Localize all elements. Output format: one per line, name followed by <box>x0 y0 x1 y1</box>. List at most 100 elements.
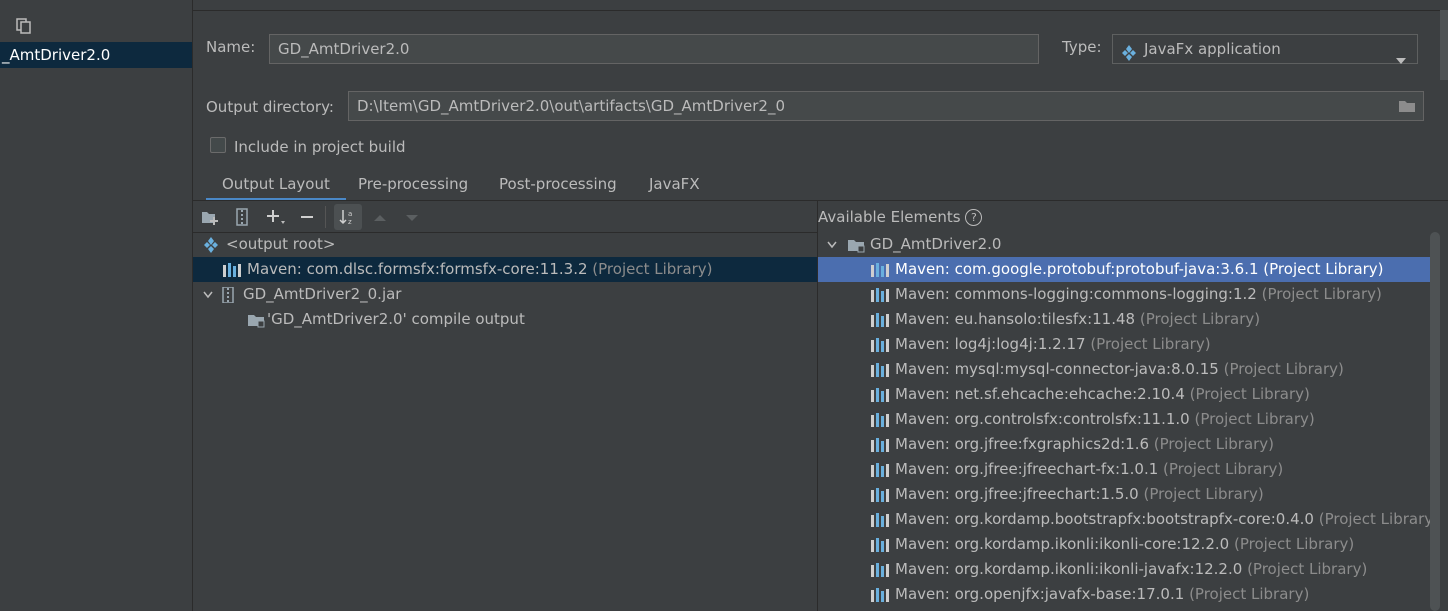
library-icon <box>871 512 889 527</box>
tree-item-label: GD_AmtDriver2_0.jar <box>243 285 402 303</box>
tab-output-layout[interactable]: Output Layout <box>206 172 346 201</box>
form-scrollbar[interactable] <box>1440 10 1448 80</box>
library-icon <box>871 462 889 477</box>
available-list-item[interactable]: Maven: org.jfree:fxgraphics2d:1.6 (Proje… <box>818 432 1440 457</box>
available-item-suffix: (Project Library) <box>1189 585 1310 603</box>
output-dir-input[interactable]: D:\Item\GD_AmtDriver2.0\out\artifacts\GD… <box>348 91 1424 121</box>
available-item-label: Maven: org.openjfx:javafx-base:17.0.1 <box>895 585 1185 603</box>
copy-icon[interactable] <box>16 18 32 34</box>
tree-item-formsfx[interactable]: Maven: com.dlsc.formsfx:formsfx-core:11.… <box>193 257 817 282</box>
tree-item-jar[interactable]: GD_AmtDriver2_0.jar <box>193 282 817 307</box>
include-in-build-checkbox[interactable] <box>210 137 226 153</box>
svg-text:z: z <box>348 218 352 226</box>
library-icon <box>871 262 889 277</box>
available-list-item[interactable]: Maven: org.jfree:jfreechart:1.5.0 (Proje… <box>818 482 1440 507</box>
library-icon <box>871 387 889 402</box>
available-item-suffix: (Project Library) <box>1318 510 1439 528</box>
chevron-down-icon <box>203 291 213 298</box>
tab-pre-processing[interactable]: Pre-processing <box>358 172 468 196</box>
available-list-item[interactable]: Maven: org.kordamp.bootstrapfx:bootstrap… <box>818 507 1440 532</box>
library-icon <box>871 312 889 327</box>
top-divider <box>192 0 1448 11</box>
available-item-label: Maven: org.kordamp.bootstrapfx:bootstrap… <box>895 510 1314 528</box>
help-icon[interactable]: ? <box>965 209 983 226</box>
available-item-label: Maven: eu.hansolo:tilesfx:11.48 <box>895 310 1136 328</box>
available-item-suffix: (Project Library) <box>1153 435 1275 453</box>
available-list-item[interactable]: Maven: log4j:log4j:1.2.17 (Project Libra… <box>818 332 1440 357</box>
tab-post-processing[interactable]: Post-processing <box>499 172 617 196</box>
available-list-item[interactable]: Maven: mysql:mysql-connector-java:8.0.15… <box>818 357 1440 382</box>
available-elements-title: Available Elements ? <box>818 208 983 226</box>
available-list-item[interactable]: Maven: eu.hansolo:tilesfx:11.48 (Project… <box>818 307 1440 332</box>
sidebar-item-artifact[interactable]: _AmtDriver2.0 <box>0 42 192 68</box>
available-title-text: Available Elements <box>818 208 961 226</box>
tree-item-label: Maven: com.dlsc.formsfx:formsfx-core:11.… <box>247 260 588 278</box>
library-icon <box>871 487 889 502</box>
available-item-suffix: (Project Library) <box>1194 410 1315 428</box>
available-list-item[interactable]: Maven: org.kordamp.ikonli:ikonli-core:12… <box>818 532 1440 557</box>
available-item-label: Maven: org.jfree:jfreechart:1.5.0 <box>895 485 1139 503</box>
svg-text:a: a <box>348 210 352 218</box>
output-dir-label: Output directory: <box>206 98 334 116</box>
name-label: Name: <box>206 38 256 56</box>
chevron-down-icon <box>1395 46 1407 74</box>
tree-module-node[interactable]: GD_AmtDriver2.0 <box>818 232 1430 257</box>
available-list-item[interactable]: Maven: org.controlsfx:controlsfx:11.1.0 … <box>818 407 1440 432</box>
available-item-suffix: (Project Library) <box>1143 485 1264 503</box>
remove-icon[interactable] <box>298 208 316 226</box>
available-item-label: Maven: mysql:mysql-connector-java:8.0.15 <box>895 360 1219 378</box>
available-list-item[interactable]: Maven: com.google.protobuf:protobuf-java… <box>818 257 1440 282</box>
library-icon <box>871 287 889 302</box>
include-in-build-label: Include in project build <box>234 138 406 156</box>
library-icon <box>871 437 889 452</box>
move-down-icon[interactable] <box>404 210 422 228</box>
tree-item-compile-output[interactable]: 'GD_AmtDriver2.0' compile output <box>193 307 817 332</box>
available-item-label: Maven: org.controlsfx:controlsfx:11.1.0 <box>895 410 1190 428</box>
available-list-item[interactable]: Maven: org.kordamp.ikonli:ikonli-javafx:… <box>818 557 1440 582</box>
javafx-icon <box>204 236 218 253</box>
sort-button[interactable]: az <box>334 204 362 230</box>
available-item-suffix: (Project Library) <box>1263 260 1384 278</box>
archive-icon[interactable] <box>233 208 251 226</box>
available-item-suffix: (Project Library) <box>1139 310 1261 328</box>
library-icon <box>871 562 889 577</box>
module-label: GD_AmtDriver2.0 <box>870 235 1002 253</box>
available-list-item[interactable]: Maven: org.openjfx:javafx-base:17.0.1 (P… <box>818 582 1440 607</box>
library-icon <box>871 412 889 427</box>
name-input[interactable]: GD_AmtDriver2.0 <box>269 34 1039 64</box>
available-list-item[interactable]: Maven: net.sf.ehcache:ehcache:2.10.4 (Pr… <box>818 382 1440 407</box>
toolbar-separator <box>325 206 326 228</box>
move-up-icon[interactable] <box>372 210 390 228</box>
available-item-label: Maven: org.kordamp.ikonli:ikonli-core:12… <box>895 535 1230 553</box>
chevron-down-icon <box>827 241 837 248</box>
available-item-suffix: (Project Library) <box>1247 560 1368 578</box>
tree-output-root[interactable]: <output root> <box>193 232 817 257</box>
tab-javafx[interactable]: JavaFX <box>649 172 700 196</box>
available-item-label: Maven: commons-logging:commons-logging:1… <box>895 285 1257 303</box>
available-item-suffix: (Project Library) <box>1261 285 1382 303</box>
folder-browse-icon[interactable] <box>1398 98 1416 114</box>
type-select-value: JavaFx application <box>1144 40 1281 58</box>
available-item-label: Maven: log4j:log4j:1.2.17 <box>895 335 1086 353</box>
available-list-item[interactable]: Maven: commons-logging:commons-logging:1… <box>818 282 1440 307</box>
available-item-label: Maven: net.sf.ehcache:ehcache:2.10.4 <box>895 385 1185 403</box>
vertical-scrollbar[interactable] <box>1430 232 1440 611</box>
module-folder-icon <box>248 314 265 327</box>
available-item-suffix: (Project Library) <box>1163 460 1284 478</box>
available-list-item[interactable]: Maven: org.jfree:jfreechart-fx:1.0.1 (Pr… <box>818 457 1440 482</box>
type-select[interactable]: JavaFx application <box>1112 34 1418 64</box>
library-icon <box>871 537 889 552</box>
available-item-suffix: (Project Library) <box>1233 535 1355 553</box>
create-directory-icon[interactable] <box>201 208 219 226</box>
library-icon <box>871 337 889 352</box>
library-icon <box>871 362 889 377</box>
tree-item-suffix: (Project Library) <box>592 260 713 278</box>
type-label: Type: <box>1062 38 1102 56</box>
available-item-label: Maven: org.kordamp.ikonli:ikonli-javafx:… <box>895 560 1243 578</box>
library-icon <box>223 262 241 277</box>
available-item-label: Maven: com.google.protobuf:protobuf-java… <box>895 260 1259 278</box>
add-icon[interactable] <box>265 208 285 226</box>
tree-item-label: 'GD_AmtDriver2.0' compile output <box>267 310 525 328</box>
available-item-suffix: (Project Library) <box>1223 360 1344 378</box>
available-item-suffix: (Project Library) <box>1189 385 1310 403</box>
